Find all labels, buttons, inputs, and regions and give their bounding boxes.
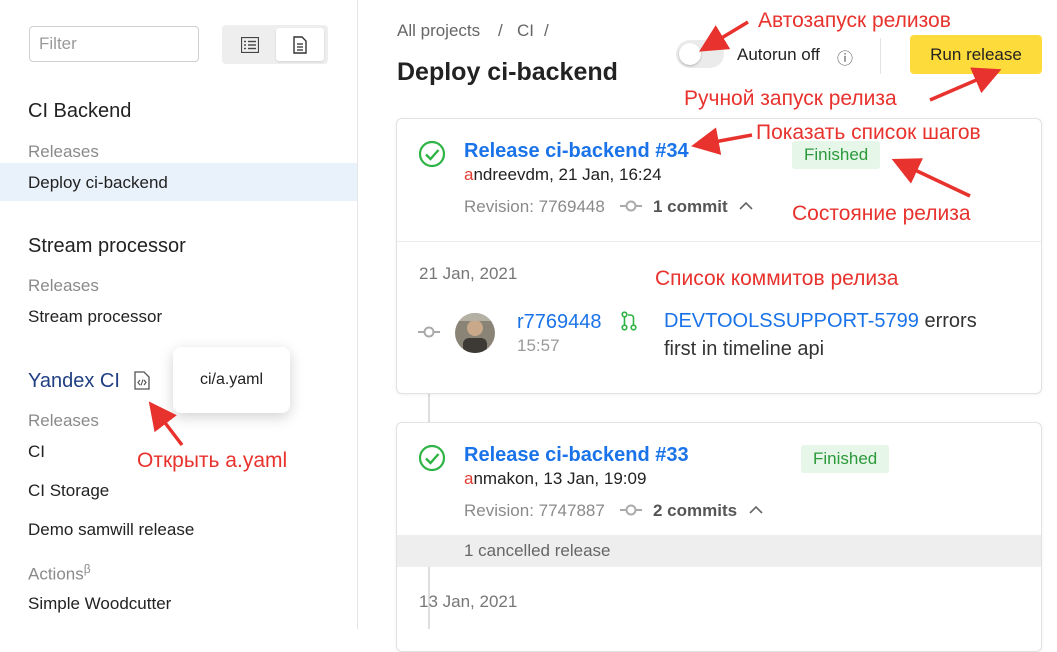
arrow-status — [891, 158, 971, 198]
arrow-run-release — [929, 67, 1002, 102]
arrow-show-steps — [691, 127, 753, 155]
annotation-arrows — [148, 20, 1002, 447]
arrow-open-yaml — [148, 401, 184, 447]
arrow-autorun — [699, 20, 749, 52]
